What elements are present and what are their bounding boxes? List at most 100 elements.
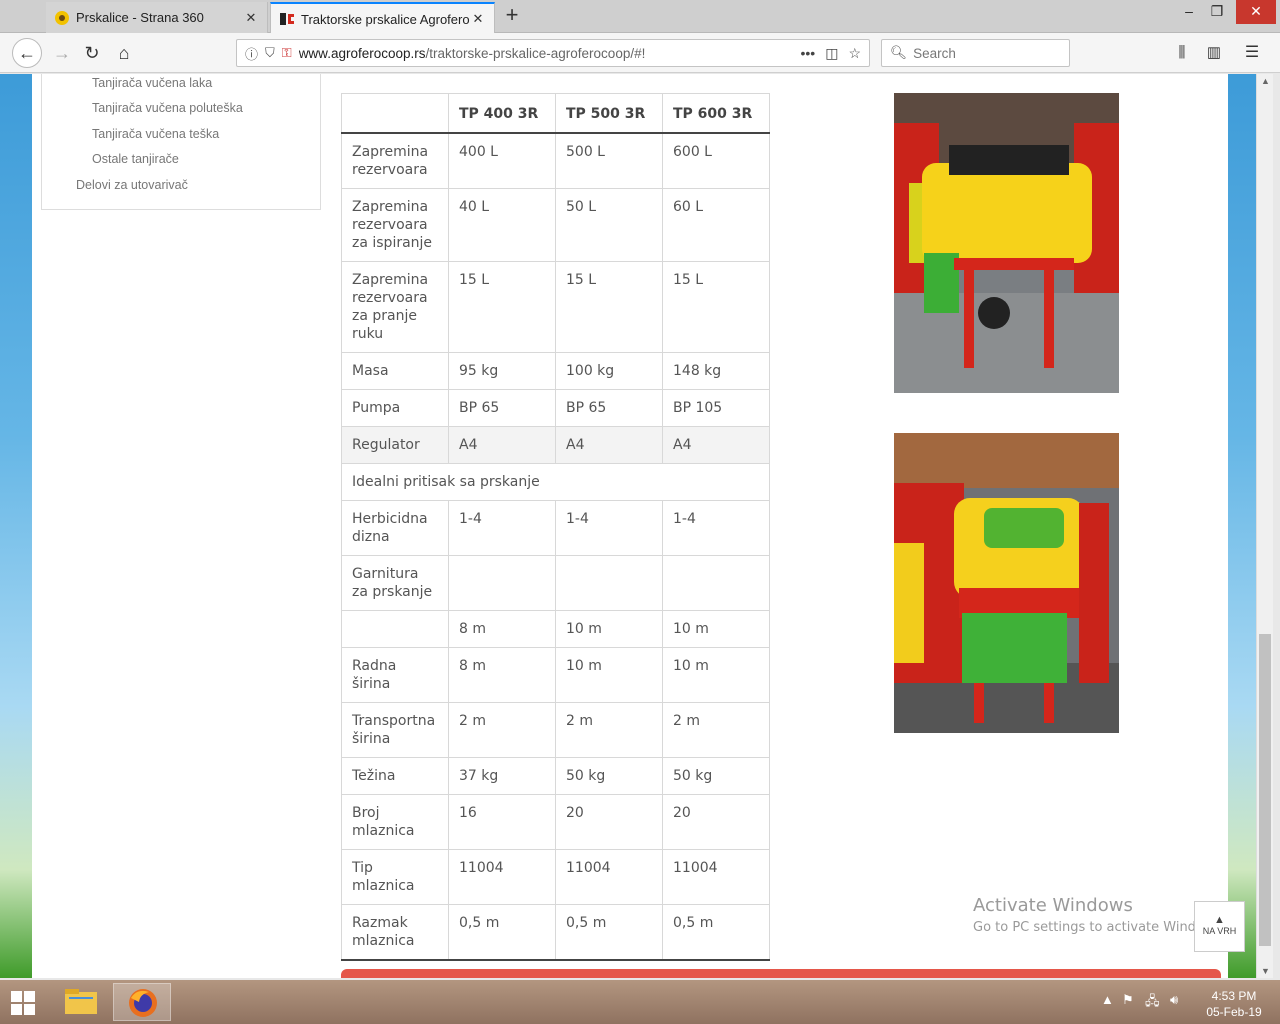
new-tab-button[interactable]: +: [500, 4, 524, 28]
table-cell: Masa: [341, 352, 449, 390]
close-tab-icon[interactable]: ✕: [243, 10, 259, 26]
sidebar-link[interactable]: Delovi za utovarivač: [76, 178, 188, 192]
search-placeholder: Search: [913, 45, 956, 61]
info-icon[interactable]: ⓘ: [245, 44, 258, 63]
forward-button[interactable]: →: [48, 39, 76, 67]
firefox-taskbar-icon[interactable]: [113, 983, 171, 1021]
table-cell: 10 m: [555, 647, 663, 703]
table-cell: 50 kg: [662, 757, 770, 795]
table-cell: Transportna širina: [341, 702, 449, 758]
table-row: Idealni pritisak sa prskanje: [341, 463, 770, 501]
watermark-subtitle: Go to PC settings to activate Windows.: [973, 920, 1226, 935]
sidebar-link[interactable]: Ostale tanjirače: [92, 152, 179, 166]
table-cell: [341, 610, 449, 648]
sidebar-toggle-icon[interactable]: ▥: [1200, 39, 1228, 67]
table-cell: A4: [448, 426, 556, 464]
table-cell: A4: [555, 426, 663, 464]
page-actions-icon[interactable]: •••: [800, 45, 815, 61]
table-cell: 11004: [555, 849, 663, 905]
table-cell: 20: [555, 794, 663, 850]
tab-agroferocoop[interactable]: Traktorske prskalice Agroferoc ✕: [270, 2, 495, 34]
close-window-icon[interactable]: ✕: [1236, 0, 1276, 24]
back-button[interactable]: ←: [12, 38, 42, 68]
windows-start-icon[interactable]: [10, 990, 36, 1016]
table-row: Tip mlaznica 11004 11004 11004: [341, 849, 770, 905]
close-tab-icon[interactable]: ✕: [470, 11, 486, 27]
table-cell: 600 L: [662, 132, 770, 189]
sidebar-link[interactable]: Tanjirača vučena laka: [92, 76, 212, 90]
clock-time: 4:53 PM: [1211, 989, 1257, 1003]
table-cell: BP 65: [448, 389, 556, 427]
maximize-icon[interactable]: ❐: [1200, 0, 1234, 24]
sidebar-link[interactable]: Tanjirača vučena poluteška: [92, 101, 243, 115]
back-to-top-label: NA VRH: [1202, 926, 1237, 936]
back-to-top-button[interactable]: ▲ NA VRH: [1194, 901, 1245, 952]
table-cell: 1-4: [555, 500, 663, 556]
scroll-up-icon[interactable]: ▲: [1257, 76, 1274, 86]
spec-table: TP 400 3R TP 500 3R TP 600 3R Zapremina …: [341, 93, 770, 961]
table-header-cell: TP 500 3R: [555, 93, 663, 134]
scrollbar-thumb[interactable]: [1259, 634, 1271, 946]
table-cell: 20: [662, 794, 770, 850]
search-icon: 🔍︎: [890, 45, 908, 60]
table-row: Težina 37 kg 50 kg 50 kg: [341, 757, 770, 795]
bookmark-star-icon[interactable]: ☆: [848, 45, 861, 62]
table-row: Regulator A4 A4 A4: [341, 426, 770, 464]
table-cell: Razmak mlaznica: [341, 904, 449, 961]
taskbar-clock[interactable]: 4:53 PM 05-Feb-19: [1196, 988, 1272, 1020]
table-cell: Zapremina rezervoara za ispiranje: [341, 188, 449, 262]
search-input[interactable]: 🔍︎ Search: [881, 39, 1070, 67]
action-center-flag-icon[interactable]: ⚑: [1122, 992, 1134, 1008]
table-cell: 10 m: [555, 610, 663, 648]
table-cell: 40 L: [448, 188, 556, 262]
home-button[interactable]: ⌂: [110, 39, 138, 67]
table-cell: Tip mlaznica: [341, 849, 449, 905]
table-cell: Zapremina rezervoara za pranje ruku: [341, 261, 449, 353]
volume-icon[interactable]: 🔊︎: [1170, 992, 1178, 1008]
clock-date: 05-Feb-19: [1206, 1005, 1262, 1019]
tab-prskalice[interactable]: Prskalice - Strana 360 ✕: [46, 2, 268, 33]
table-cell: 15 L: [448, 261, 556, 353]
table-cell: [662, 555, 770, 611]
table-cell: 16: [448, 794, 556, 850]
table-cell: 2 m: [448, 702, 556, 758]
table-cell: 8 m: [448, 610, 556, 648]
table-row: Transportna širina 2 m2 m2 m: [341, 702, 770, 758]
scroll-down-icon[interactable]: ▼: [1257, 966, 1274, 976]
table-cell: 10 m: [662, 647, 770, 703]
table-row: Herbicidna dizna 1-4 1-4 1-4: [341, 500, 770, 556]
file-explorer-icon[interactable]: [52, 983, 110, 1021]
insecure-lock-icon[interactable]: ⚿: [282, 45, 292, 61]
arrow-up-icon: ▲: [1214, 914, 1225, 926]
tab-title: Traktorske prskalice Agroferoc: [301, 11, 470, 27]
table-header-cell: [341, 93, 449, 134]
tray-chevron-icon[interactable]: ▲: [1101, 992, 1114, 1007]
sprayer-photo-1: [894, 93, 1119, 393]
table-row: Pumpa BP 65 BP 65 BP 105: [341, 389, 770, 427]
category-sidebar: Tanjirača vučena laka Tanjirača vučena p…: [41, 74, 321, 210]
url-host: www.agroferocoop.rs: [298, 45, 426, 61]
table-cell: 1-4: [448, 500, 556, 556]
agroferocoop-favicon-icon: [279, 11, 295, 27]
sidebar-link[interactable]: Tanjirača vučena teška: [92, 127, 219, 141]
sprayer-photo-2: [894, 433, 1119, 733]
table-cell: 50 kg: [555, 757, 663, 795]
url-text[interactable]: www.agroferocoop.rs/traktorske-prskalice…: [299, 46, 791, 61]
menu-icon[interactable]: ☰: [1238, 39, 1266, 67]
watermark-title: Activate Windows: [973, 895, 1133, 916]
table-cell: 8 m: [448, 647, 556, 703]
table-row: Broj mlaznica 16 20 20: [341, 794, 770, 850]
library-icon[interactable]: ⫼: [1168, 39, 1196, 67]
url-bar[interactable]: ⓘ ⛉ ⚿ www.agroferocoop.rs/traktorske-prs…: [236, 39, 870, 67]
table-row: Zapremina rezervoara za ispiranje 40 L 50 …: [341, 188, 770, 262]
reload-button[interactable]: ↻: [78, 39, 106, 67]
windows-taskbar: ▲ ⚑ 🖧︎ 🔊︎ 4:53 PM 05-Feb-19: [0, 980, 1280, 1024]
table-cell: Regulator: [341, 426, 449, 464]
page-scrollbar[interactable]: ▲ ▼: [1256, 74, 1273, 978]
table-cell: 1-4: [662, 500, 770, 556]
shield-icon[interactable]: ⛉: [265, 45, 275, 61]
tab-title: Prskalice - Strana 360: [76, 10, 204, 25]
pocket-icon[interactable]: ◫: [825, 45, 838, 62]
network-icon[interactable]: 🖧︎: [1145, 992, 1160, 1014]
table-cell: Pumpa: [341, 389, 449, 427]
